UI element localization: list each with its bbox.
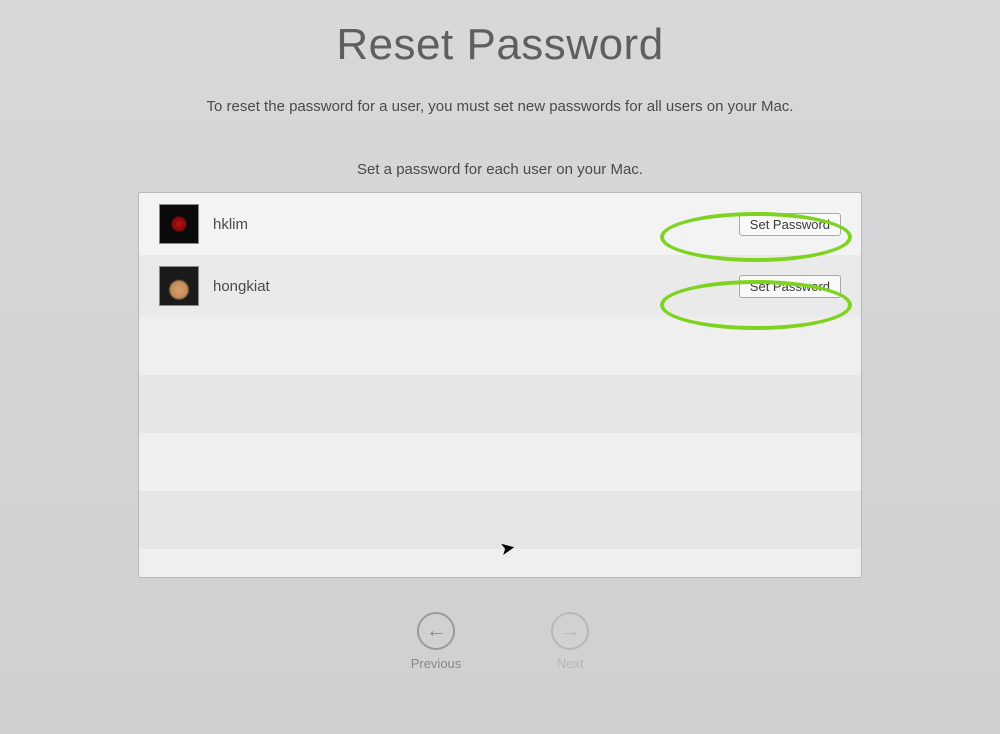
set-password-button[interactable]: Set Password xyxy=(739,213,841,236)
user-row[interactable]: hklim Set Password xyxy=(139,193,861,255)
empty-row xyxy=(139,375,861,433)
instruction-text: To reset the password for a user, you mu… xyxy=(207,98,794,115)
next-button[interactable]: → Next xyxy=(551,612,589,671)
user-list-panel: hklim Set Password hongkiat Set Password xyxy=(138,192,862,578)
empty-row xyxy=(139,491,861,549)
empty-row xyxy=(139,549,861,578)
avatar-icon xyxy=(159,204,199,244)
user-row[interactable]: hongkiat Set Password xyxy=(139,255,861,317)
subtitle-text: Set a password for each user on your Mac… xyxy=(357,161,643,178)
empty-row xyxy=(139,317,861,375)
page-title: Reset Password xyxy=(336,20,663,70)
username-label: hongkiat xyxy=(213,278,739,295)
previous-label: Previous xyxy=(411,656,462,671)
username-label: hklim xyxy=(213,216,739,233)
previous-button[interactable]: ← Previous xyxy=(411,612,462,671)
avatar-icon xyxy=(159,266,199,306)
arrow-left-icon: ← xyxy=(417,612,455,650)
set-password-button[interactable]: Set Password xyxy=(739,275,841,298)
next-label: Next xyxy=(557,656,584,671)
arrow-right-icon: → xyxy=(551,612,589,650)
empty-row xyxy=(139,433,861,491)
